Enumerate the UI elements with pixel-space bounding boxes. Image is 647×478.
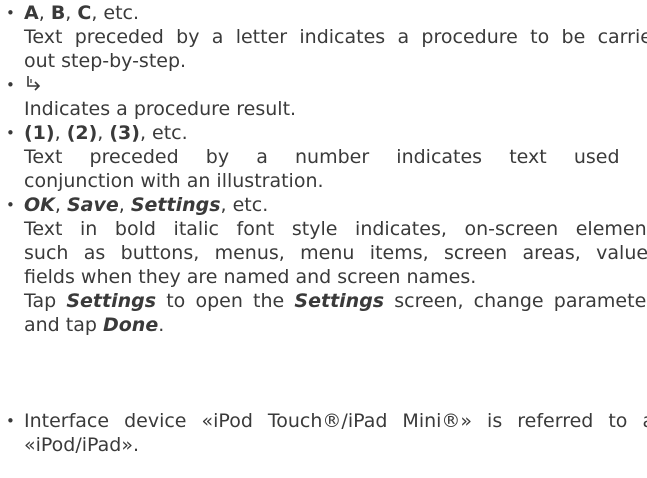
example-part: Settings bbox=[294, 290, 385, 312]
lead-part: , bbox=[54, 194, 67, 216]
example-part: screen, change parameters bbox=[384, 290, 647, 312]
lead-part: (1) bbox=[24, 122, 55, 144]
bullet: • bbox=[6, 412, 15, 430]
example-line: Tap Settings to open the Settings screen… bbox=[24, 289, 647, 313]
item-text: Text preceded by a letter indicates a pr… bbox=[24, 26, 647, 48]
bullet: • bbox=[6, 76, 15, 94]
list-item-result: • Indicates a procedure result. bbox=[0, 73, 647, 121]
lead-part: Save bbox=[66, 194, 119, 216]
lead-part: , bbox=[54, 122, 67, 144]
list-item-interface-device: • Interface device «iPod Touch®/iPad Min… bbox=[0, 409, 647, 457]
procedure-result-icon bbox=[24, 73, 44, 97]
lead-part: , bbox=[65, 2, 78, 24]
item-lead: OK, Save, Settings, etc. bbox=[24, 193, 647, 217]
list-item-letters: • A, B, C, etc. Text preceded by a lette… bbox=[0, 1, 647, 73]
item-lead bbox=[24, 73, 647, 97]
lead-part: , bbox=[118, 194, 131, 216]
list-item-numbers: • (1), (2), (3), etc. Text preceded by a… bbox=[0, 121, 647, 193]
example-part: and tap bbox=[24, 314, 103, 336]
item-lead: (1), (2), (3), etc. bbox=[24, 121, 647, 145]
lead-part: (2) bbox=[66, 122, 98, 144]
lead-part: A bbox=[24, 2, 39, 24]
item-text: conjunction with an illustration. bbox=[24, 170, 324, 192]
item-text: out step-by-step. bbox=[24, 50, 187, 72]
item-text: fields when they are named and screen na… bbox=[24, 266, 477, 288]
item-text: Text preceded by a number indicates text… bbox=[24, 146, 647, 168]
bullet: • bbox=[6, 196, 15, 214]
item-text: Text in bold italic font style indicates… bbox=[24, 218, 647, 240]
example-line: and tap Done. bbox=[24, 313, 647, 337]
lead-part: , bbox=[38, 2, 51, 24]
item-lead: A, B, C, etc. bbox=[24, 1, 647, 25]
item-text: Interface device «iPod Touch®/iPad Mini®… bbox=[24, 410, 647, 432]
example-part: Tap bbox=[24, 290, 67, 312]
lead-part: , etc. bbox=[220, 194, 269, 216]
lead-part: , bbox=[97, 122, 110, 144]
conventions-list: • A, B, C, etc. Text preceded by a lette… bbox=[0, 0, 647, 478]
example-part: Settings bbox=[66, 290, 157, 312]
bullet: • bbox=[6, 4, 15, 22]
bullet: • bbox=[6, 124, 15, 142]
item-text: Indicates a procedure result. bbox=[24, 98, 297, 120]
item-text: «iPod/iPad». bbox=[24, 434, 140, 456]
lead-part: Settings bbox=[130, 194, 221, 216]
lead-part: , etc. bbox=[91, 2, 140, 24]
list-item-bold-italic: • OK, Save, Settings, etc. Text in bold … bbox=[0, 193, 647, 337]
example-part: . bbox=[158, 314, 165, 336]
lead-part: (3) bbox=[109, 122, 140, 144]
lead-part: B bbox=[50, 2, 66, 24]
example-part: to open the bbox=[156, 290, 295, 312]
item-text: such as buttons, menus, menu items, scre… bbox=[24, 242, 647, 264]
lead-part: C bbox=[77, 2, 92, 24]
lead-part: , etc. bbox=[139, 122, 188, 144]
example-part: Done bbox=[102, 314, 159, 336]
lead-part: OK bbox=[24, 194, 55, 216]
